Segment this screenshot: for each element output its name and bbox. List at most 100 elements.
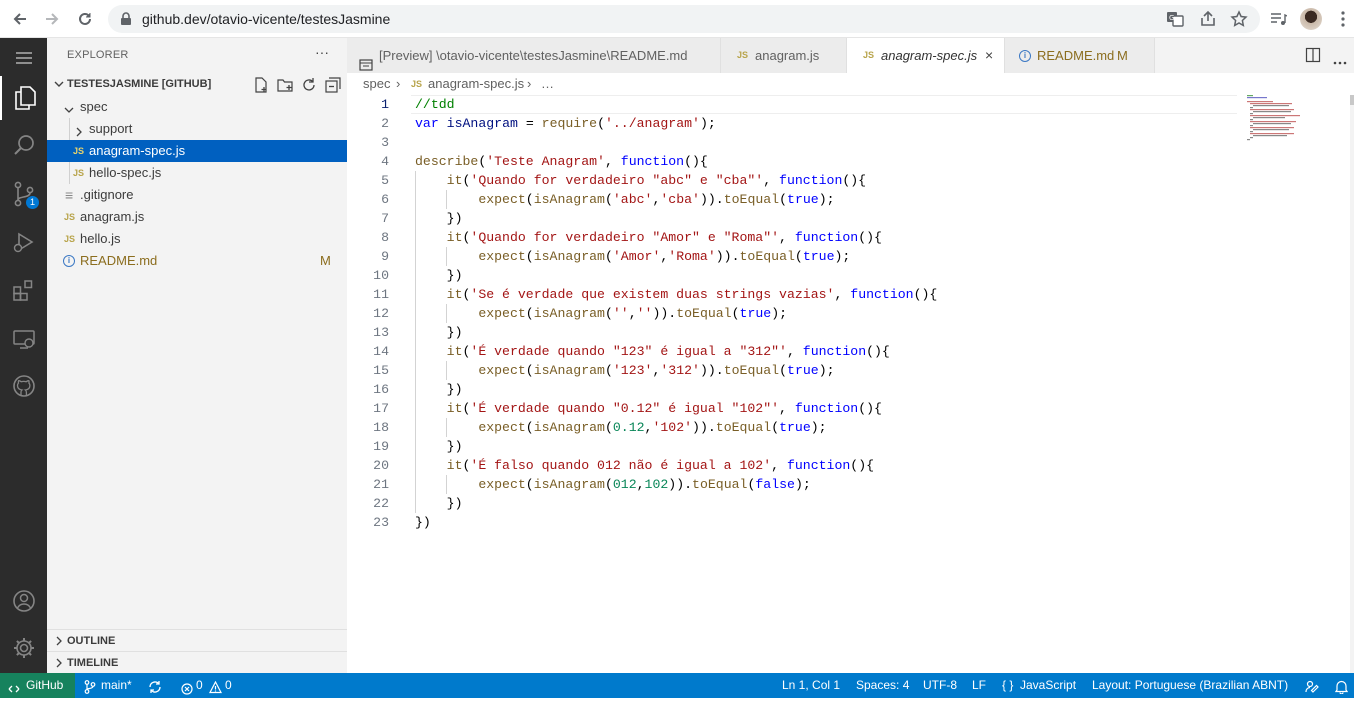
run-debug-icon[interactable] bbox=[0, 222, 47, 262]
line-number: 18 bbox=[373, 420, 389, 435]
language-mode[interactable]: JavaScript bbox=[1020, 673, 1076, 697]
end-of-line[interactable]: LF bbox=[972, 673, 986, 697]
breadcrumb-folder[interactable]: spec bbox=[363, 73, 390, 95]
breadcrumb-separator: › bbox=[527, 76, 532, 91]
lock-icon bbox=[120, 12, 132, 29]
tree-item-spec[interactable]: spec bbox=[47, 96, 347, 118]
outline-title: OUTLINE bbox=[67, 635, 116, 647]
error-count[interactable]: 0 bbox=[196, 673, 203, 697]
tree-item-label: hello.js bbox=[80, 231, 121, 246]
source-control-icon[interactable]: 1 bbox=[0, 174, 47, 214]
more-actions-icon[interactable] bbox=[1333, 53, 1347, 68]
profile-avatar[interactable] bbox=[1300, 8, 1322, 30]
line-number: 1 bbox=[381, 97, 389, 112]
share-icon[interactable] bbox=[1197, 8, 1219, 30]
line-number: 13 bbox=[373, 325, 389, 340]
line-number: 19 bbox=[373, 439, 389, 454]
line-number: 10 bbox=[373, 268, 389, 283]
code-line: }) bbox=[415, 439, 463, 454]
outline-section[interactable]: OUTLINE bbox=[47, 629, 347, 651]
new-file-icon[interactable] bbox=[253, 77, 269, 93]
hamburger-menu-icon[interactable] bbox=[0, 38, 47, 78]
line-number: 15 bbox=[373, 363, 389, 378]
feedback-icon[interactable] bbox=[1305, 678, 1319, 702]
explorer-title: EXPLORER bbox=[67, 49, 129, 61]
tab-readme-preview[interactable]: [Preview] \otavio-vicente\testesJasmine\… bbox=[347, 38, 721, 73]
code-line: it('É verdade quando "0.12" é igual "102… bbox=[446, 401, 882, 416]
info-icon: i bbox=[1019, 50, 1031, 62]
warning-count[interactable]: 0 bbox=[225, 673, 232, 697]
line-number: 21 bbox=[373, 477, 389, 492]
tree-item-label: spec bbox=[80, 99, 108, 114]
code-line: }) bbox=[415, 515, 431, 530]
search-icon[interactable] bbox=[0, 125, 47, 165]
tree-item-support[interactable]: support bbox=[47, 118, 347, 140]
accounts-icon[interactable] bbox=[0, 581, 47, 621]
tree-item-anagram-spec[interactable]: JS anagram-spec.js bbox=[47, 140, 347, 162]
translate-icon[interactable]: G bbox=[1164, 8, 1186, 30]
breadcrumb-more[interactable]: … bbox=[541, 73, 554, 95]
tree-item-hello-spec[interactable]: JS hello-spec.js bbox=[47, 162, 347, 184]
media-control-icon[interactable] bbox=[1267, 8, 1289, 30]
line-number: 8 bbox=[381, 230, 389, 245]
line-number: 4 bbox=[381, 154, 389, 169]
line-number: 3 bbox=[381, 135, 389, 150]
tree-item-label: anagram-spec.js bbox=[89, 143, 186, 158]
bookmark-star-icon[interactable] bbox=[1228, 8, 1250, 30]
settings-gear-icon[interactable] bbox=[0, 628, 47, 668]
github-icon[interactable] bbox=[0, 366, 47, 406]
code-line: }) bbox=[415, 268, 463, 283]
back-icon[interactable] bbox=[9, 8, 31, 30]
reload-icon[interactable] bbox=[74, 8, 96, 30]
activity-bar: 1 bbox=[0, 38, 47, 673]
js-file-icon: JS bbox=[73, 146, 85, 156]
tab-readme-md[interactable]: i README.md M bbox=[1005, 38, 1155, 73]
breadcrumb-file[interactable]: anagram-spec.js bbox=[428, 73, 524, 95]
refresh-icon[interactable] bbox=[301, 77, 317, 93]
tree-item-hello[interactable]: JS hello.js bbox=[47, 228, 347, 250]
browser-menu-icon[interactable] bbox=[1332, 8, 1354, 30]
line-number: 14 bbox=[373, 344, 389, 359]
vertical-scrollbar[interactable] bbox=[1350, 95, 1354, 673]
branch-name[interactable]: main* bbox=[101, 673, 132, 697]
new-folder-icon[interactable] bbox=[277, 77, 293, 93]
keyboard-layout[interactable]: Layout: Portuguese (Brazilian ABNT) bbox=[1092, 673, 1288, 697]
info-icon: i bbox=[63, 255, 75, 267]
indentation[interactable]: Spaces: 4 bbox=[856, 673, 909, 697]
tab-label: README.md bbox=[1037, 48, 1115, 63]
file-icon: ≡ bbox=[65, 187, 74, 203]
remote-indicator[interactable]: GitHub bbox=[0, 673, 75, 698]
line-number: 6 bbox=[381, 192, 389, 207]
line-number: 5 bbox=[381, 173, 389, 188]
code-line: //tdd bbox=[415, 97, 455, 112]
address-bar[interactable]: github.dev/otavio-vicente/testesJasmine bbox=[108, 5, 1260, 33]
timeline-section[interactable]: TIMELINE bbox=[47, 651, 347, 673]
notifications-bell-icon[interactable] bbox=[1334, 678, 1349, 702]
tab-anagram-js[interactable]: JS anagram.js bbox=[721, 38, 847, 73]
tree-item-gitignore[interactable]: ≡ .gitignore bbox=[47, 184, 347, 206]
source-control-badge: 1 bbox=[26, 196, 39, 209]
remote-explorer-icon[interactable] bbox=[0, 319, 47, 359]
close-icon[interactable]: × bbox=[985, 38, 993, 73]
line-number: 11 bbox=[373, 287, 389, 302]
modified-badge: M bbox=[1117, 48, 1128, 63]
encoding[interactable]: UTF-8 bbox=[923, 673, 957, 697]
split-editor-icon[interactable] bbox=[1305, 47, 1321, 66]
tree-item-readme[interactable]: i README.md M bbox=[47, 250, 347, 272]
tree-item-anagram[interactable]: JS anagram.js bbox=[47, 206, 347, 228]
collapse-all-icon[interactable] bbox=[325, 77, 341, 93]
cursor-position[interactable]: Ln 1, Col 1 bbox=[782, 673, 840, 697]
code-line: expect(isAnagram('Amor','Roma')).toEqual… bbox=[478, 249, 851, 264]
minimap[interactable] bbox=[1245, 95, 1315, 145]
remote-label: GitHub bbox=[26, 678, 64, 692]
workspace-section-header[interactable]: TESTESJASMINE [GITHUB] bbox=[47, 74, 347, 96]
forward-icon[interactable] bbox=[41, 8, 63, 30]
code-editor[interactable]: 1 2 3 4 5 6 7 8 9 10 11 12 13 14 15 16 17 18 19 20 21 22 23 //… bbox=[347, 95, 1354, 673]
error-icon bbox=[181, 679, 193, 703]
tab-anagram-spec-js[interactable]: JS anagram-spec.js × bbox=[847, 38, 1005, 73]
line-number: 22 bbox=[373, 496, 389, 511]
explorer-files-icon[interactable] bbox=[0, 76, 47, 120]
extensions-icon[interactable] bbox=[0, 270, 47, 310]
sync-icon[interactable] bbox=[148, 678, 162, 702]
explorer-more-actions[interactable]: ··· bbox=[315, 44, 329, 60]
